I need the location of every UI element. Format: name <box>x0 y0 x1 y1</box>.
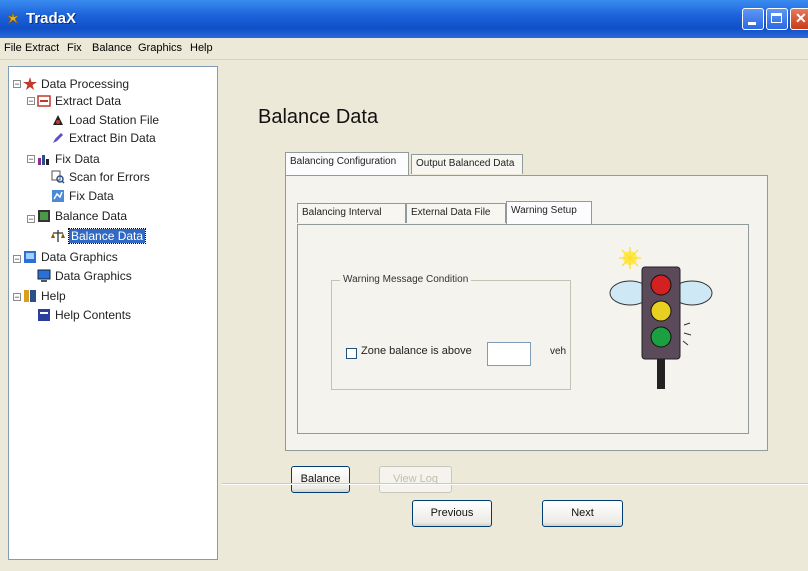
tab-balancing-configuration[interactable]: Balancing Configuration <box>285 152 409 175</box>
extract-folder-icon <box>37 94 51 108</box>
balance-icon <box>37 209 51 223</box>
close-button[interactable] <box>790 8 808 30</box>
collapse-help-icon[interactable]: − <box>13 293 21 302</box>
menu-extract[interactable]: Extract <box>25 42 59 54</box>
tree-node-balance-data[interactable]: Balance Data <box>37 208 127 224</box>
maximize-button[interactable] <box>766 8 788 30</box>
warning-condition-group <box>331 280 571 390</box>
tree-label: Help <box>41 289 66 303</box>
tree-node-help-contents[interactable]: Help Contents <box>37 307 131 323</box>
tree-label-selected: Balance Data <box>67 228 147 244</box>
tree-label: Balance Data <box>55 209 128 223</box>
tree-node-data-graphics[interactable]: Data Graphics <box>23 249 118 265</box>
tree-label: Fix Data <box>55 152 100 166</box>
pencil-icon <box>51 131 65 145</box>
tab-warning-setup[interactable]: Warning Setup <box>506 201 592 224</box>
threshold-input[interactable] <box>487 342 531 366</box>
tree-node-data-processing[interactable]: Data Processing <box>23 76 129 92</box>
menu-file[interactable]: File <box>4 42 22 54</box>
traffic-light-image <box>609 247 713 389</box>
balance-scale-icon <box>51 229 65 243</box>
minimize-button[interactable] <box>742 8 764 30</box>
chart-icon <box>37 152 51 166</box>
tab-external-data-file[interactable]: External Data File <box>406 203 506 223</box>
tab-balancing-interval[interactable]: Balancing Interval <box>297 203 406 223</box>
tree-label: Scan for Errors <box>69 170 150 184</box>
fix-icon <box>51 189 65 203</box>
tree-label: Data Graphics <box>55 269 132 283</box>
tree-node-help[interactable]: Help <box>23 288 66 304</box>
tab-output-balanced-data[interactable]: Output Balanced Data <box>411 154 523 174</box>
tree-label: Load Station File <box>69 113 160 127</box>
collapse-balance-data-icon[interactable]: − <box>27 215 35 224</box>
menu-bar: File Extract Fix Balance Graphics Help <box>0 38 808 60</box>
scan-icon <box>51 170 65 184</box>
monitor-icon <box>37 269 51 283</box>
tree-node-extract-bin-data[interactable]: Extract Bin Data <box>51 130 156 146</box>
unit-label: veh <box>550 346 567 357</box>
station-icon <box>51 113 65 127</box>
collapse-extract-data-icon[interactable]: − <box>27 97 35 106</box>
tree-label: Extract Data <box>55 94 122 108</box>
help-contents-icon <box>37 308 51 322</box>
menu-fix[interactable]: Fix <box>67 42 82 54</box>
help-book-icon <box>23 289 37 303</box>
star-icon <box>23 77 37 91</box>
tree-node-data-graphics-item[interactable]: Data Graphics <box>37 268 132 284</box>
collapse-data-graphics-icon[interactable]: − <box>13 255 21 264</box>
graphics-icon <box>23 250 37 264</box>
tree-label: Fix Data <box>69 189 114 203</box>
footer-divider <box>222 483 808 485</box>
collapse-fix-data-icon[interactable]: − <box>27 155 35 164</box>
group-title: Warning Message Condition <box>340 274 472 285</box>
balance-button[interactable]: Balance <box>291 466 350 493</box>
tree-node-fix-data[interactable]: Fix Data <box>37 151 100 167</box>
menu-balance[interactable]: Balance <box>92 42 132 54</box>
tree-label: Extract Bin Data <box>69 131 156 145</box>
zone-balance-checkbox[interactable] <box>346 348 357 359</box>
title-bar: TradaX <box>0 0 808 38</box>
collapse-data-processing-icon[interactable]: − <box>13 80 21 89</box>
tree-node-extract-data[interactable]: Extract Data <box>37 93 121 109</box>
menu-graphics[interactable]: Graphics <box>138 42 182 54</box>
tree-label: Data Processing <box>41 77 130 91</box>
app-icon <box>6 11 20 25</box>
tree-label: Data Graphics <box>41 250 118 264</box>
checkbox-label: Zone balance is above <box>361 345 472 357</box>
tree-node-fix-data-item[interactable]: Fix Data <box>51 188 114 204</box>
tree-node-load-station-file[interactable]: Load Station File <box>51 112 159 128</box>
page-title: Balance Data <box>258 106 379 128</box>
tree-node-scan-for-errors[interactable]: Scan for Errors <box>51 169 150 185</box>
tree-node-balance-data-item[interactable]: Balance Data <box>51 228 147 244</box>
menu-help[interactable]: Help <box>190 42 213 54</box>
tree-label: Help Contents <box>55 308 132 322</box>
window-title: TradaX <box>26 10 77 27</box>
previous-button[interactable]: Previous <box>412 500 492 527</box>
app-window: TradaX File Extract Fix Balance Graphics… <box>0 0 808 571</box>
view-log-button[interactable]: View Log <box>379 466 452 493</box>
next-button[interactable]: Next <box>542 500 623 527</box>
